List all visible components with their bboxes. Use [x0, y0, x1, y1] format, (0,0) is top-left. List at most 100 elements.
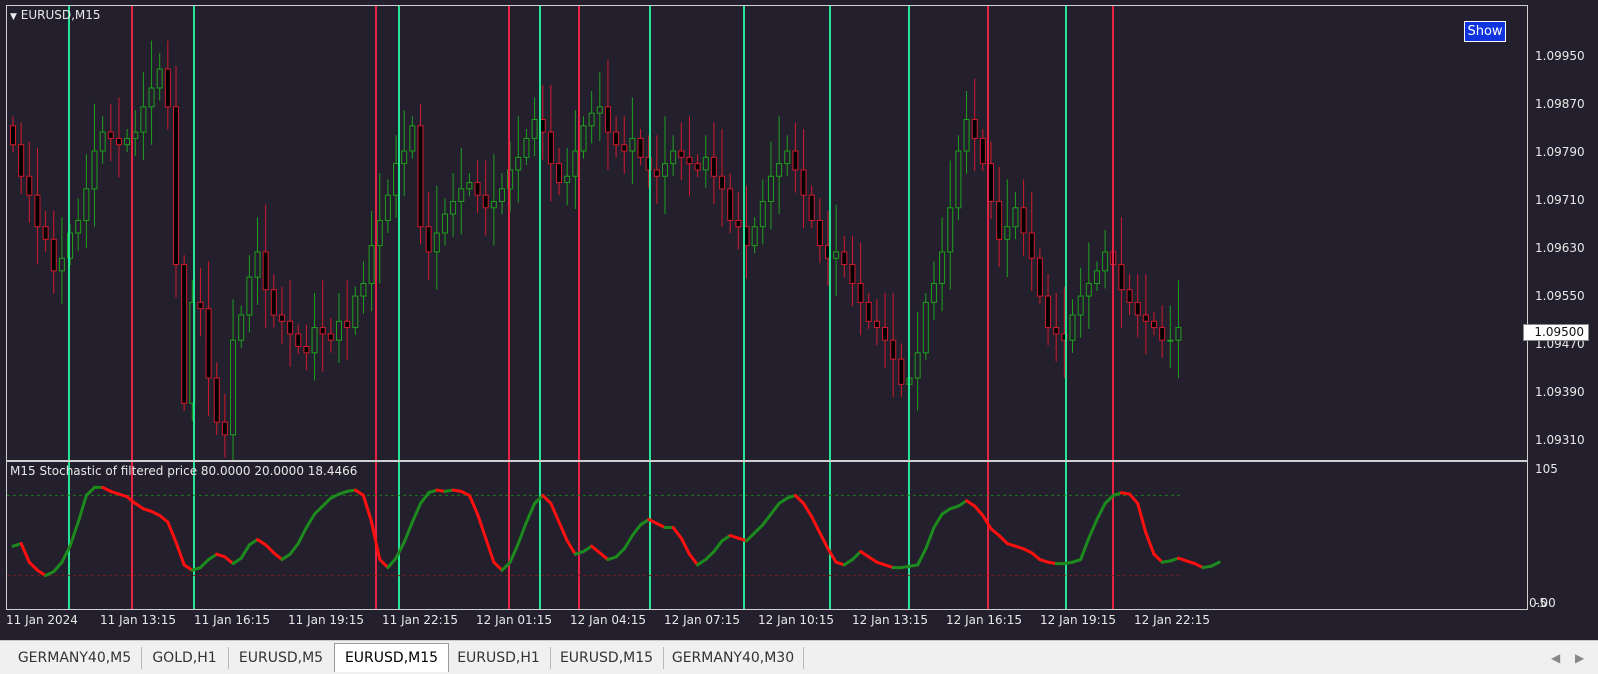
candle: [303, 324, 310, 371]
candle-body: [34, 194, 41, 228]
chart-tab[interactable]: GOLD,H1: [141, 647, 229, 669]
candle: [556, 147, 563, 196]
time-axis-label: 12 Jan 07:15: [664, 613, 740, 627]
candle-body: [702, 156, 709, 171]
candle: [246, 255, 253, 333]
app: ▼ EURUSD,M15 M15 Stochastic of filtered …: [0, 0, 1598, 674]
candle-body: [564, 175, 571, 184]
candle-body: [278, 314, 285, 322]
price-chart[interactable]: ▼ EURUSD,M15: [6, 5, 1528, 461]
candle: [564, 147, 571, 206]
stochastic-segment: [687, 552, 700, 567]
time-axis-label: 11 Jan 16:15: [194, 613, 270, 627]
stochastic-segment: [410, 501, 422, 524]
candle-body: [10, 125, 16, 146]
stochastic-segment: [590, 544, 602, 555]
candle: [930, 261, 937, 321]
candle-body: [556, 163, 563, 184]
tab-scroll-right-icon[interactable]: ▶: [1575, 651, 1584, 665]
stochastic-segment: [1087, 517, 1099, 540]
candle-body: [914, 352, 921, 379]
stochastic-segment: [973, 504, 985, 517]
candle: [450, 173, 457, 237]
price-axis-label: 1.09550: [1535, 289, 1585, 303]
candle: [99, 116, 106, 164]
candle-body: [75, 219, 82, 234]
candle-body: [841, 251, 848, 266]
candle-body: [784, 150, 791, 165]
chart-tab[interactable]: GERMANY40,M5: [8, 647, 142, 669]
candle-body: [1045, 295, 1052, 329]
candle: [759, 179, 766, 245]
candle: [670, 135, 677, 177]
stochastic-segment: [761, 512, 773, 527]
candle: [270, 273, 277, 328]
chart-tab[interactable]: EURUSD,M15: [334, 643, 449, 672]
stochastic-segment: [712, 539, 724, 554]
candle-body: [816, 219, 823, 247]
candle-body: [596, 106, 603, 114]
candle-body: [319, 327, 326, 335]
candle-body: [197, 301, 204, 310]
chart-tab[interactable]: GERMANY40,M30: [663, 647, 804, 669]
stochastic-segment: [753, 523, 765, 535]
candle-body: [311, 327, 318, 354]
candle-body: [604, 106, 611, 133]
stochastic-segment: [378, 558, 390, 570]
candle: [482, 160, 489, 236]
candle-body: [393, 163, 400, 196]
candle-body: [401, 150, 408, 165]
candle: [34, 147, 41, 265]
chart-tab[interactable]: EURUSD,M15: [550, 647, 664, 669]
stochastic-segment: [361, 493, 374, 524]
candle-body: [124, 137, 131, 146]
candle-body: [164, 68, 171, 108]
candle-body: [1118, 264, 1125, 291]
candle-body: [694, 163, 701, 171]
indicator-chart[interactable]: M15 Stochastic of filtered price 80.0000…: [6, 461, 1528, 610]
candle-body: [433, 232, 440, 253]
stochastic-segment: [296, 525, 308, 546]
candle: [352, 286, 359, 336]
candle: [572, 110, 579, 210]
show-button[interactable]: Show: [1464, 21, 1506, 42]
stochastic-segment: [598, 551, 610, 562]
candle-body: [303, 346, 310, 354]
candle-body: [727, 188, 734, 221]
tab-scroll-left-icon[interactable]: ◀: [1551, 651, 1560, 665]
candle-body: [384, 194, 391, 221]
candle: [10, 116, 16, 153]
stochastic-segment: [304, 512, 317, 529]
candle-body: [270, 289, 277, 316]
candle: [393, 135, 400, 218]
candle: [458, 147, 465, 235]
candle: [767, 141, 774, 230]
candle-body: [490, 200, 497, 209]
candle: [1159, 305, 1166, 358]
stochastic-segment: [516, 520, 528, 546]
chart-tab[interactable]: EURUSD,M5: [228, 647, 335, 669]
candle: [75, 198, 82, 251]
candle: [148, 40, 155, 145]
candle: [1134, 273, 1141, 338]
candle-body: [417, 125, 424, 228]
candle-body: [792, 150, 799, 171]
chart-window: ▼ EURUSD,M15 M15 Stochastic of filtered …: [0, 0, 1598, 640]
time-axis-label: 11 Jan 13:15: [100, 613, 176, 627]
candle: [1126, 273, 1133, 315]
candle: [596, 72, 603, 141]
candle-body: [115, 137, 122, 146]
chart-tab[interactable]: EURUSD,H1: [447, 647, 551, 669]
collapse-triangle-icon[interactable]: ▼: [10, 12, 17, 22]
candle: [83, 154, 90, 249]
candle: [694, 154, 701, 178]
candle-body: [735, 219, 742, 228]
candle: [197, 267, 204, 337]
candle-body: [1012, 207, 1019, 228]
candle-body: [588, 112, 595, 127]
candle: [466, 173, 473, 197]
stochastic-segment: [223, 555, 235, 566]
stochastic-segment: [264, 543, 276, 555]
candle: [515, 116, 522, 203]
candle: [939, 217, 946, 312]
